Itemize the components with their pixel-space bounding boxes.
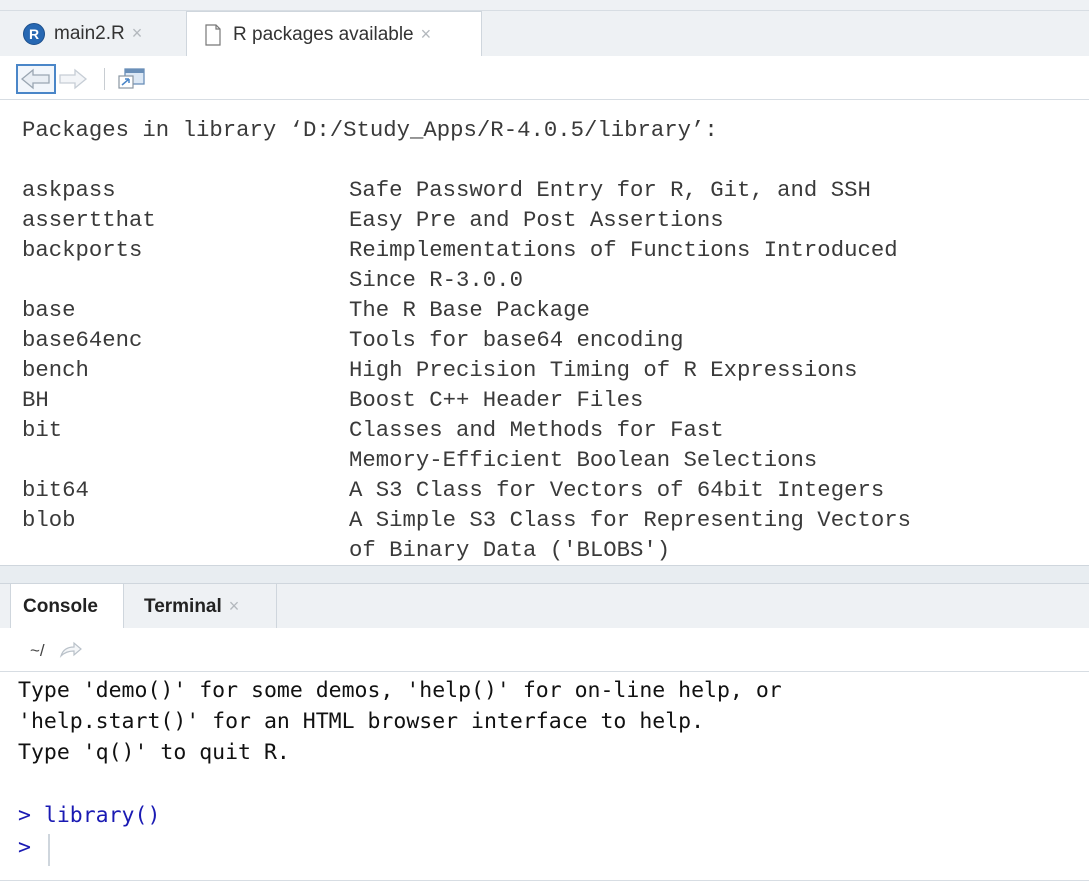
show-in-new-window-button[interactable] <box>116 65 148 93</box>
console-output-line: Type 'q()' to quit R. <box>18 740 290 765</box>
back-button[interactable] <box>16 64 56 94</box>
package-row-continuation: of Binary Data ('BLOBS') <box>0 537 1089 565</box>
console-prompt: > <box>18 835 31 860</box>
console-command-line: > library() <box>18 803 161 828</box>
working-directory: ~/ <box>30 641 45 660</box>
r-file-icon: R <box>23 22 45 45</box>
tab-main2-r[interactable]: R main2.R × <box>10 11 183 56</box>
library-heading: Packages in library ‘D:/Study_Apps/R-4.0… <box>22 117 718 143</box>
document-icon <box>205 23 221 46</box>
package-description-continued: Since R-3.0.0 <box>349 267 523 293</box>
package-row: blob A Simple S3 Class for Representing … <box>0 507 1089 537</box>
close-icon[interactable]: × <box>421 24 432 45</box>
tab-label: Console <box>23 596 98 617</box>
package-row: bit Classes and Methods for Fast <box>0 417 1089 447</box>
package-description: Easy Pre and Post Assertions <box>349 207 724 233</box>
package-row: BH Boost C++ Header Files <box>0 387 1089 417</box>
package-name: base64enc <box>22 327 143 353</box>
forward-arrow-icon <box>59 68 88 90</box>
package-description: Reimplementations of Functions Introduce… <box>349 237 898 263</box>
package-description-continued: of Binary Data ('BLOBS') <box>349 537 671 563</box>
package-row: bit64 A S3 Class for Vectors of 64bit In… <box>0 477 1089 507</box>
package-row: assertthat Easy Pre and Post Assertions <box>0 207 1089 237</box>
console-output[interactable]: Type 'demo()' for some demos, 'help()' f… <box>0 672 1089 883</box>
package-row: base64enc Tools for base64 encoding <box>0 327 1089 357</box>
package-name: blob <box>22 507 76 533</box>
package-description: Safe Password Entry for R, Git, and SSH <box>349 177 871 203</box>
package-description: A S3 Class for Vectors of 64bit Integers <box>349 477 885 503</box>
package-name: base <box>22 297 76 323</box>
tab-label: R packages available <box>233 23 414 45</box>
pane-splitter[interactable] <box>0 566 1089 583</box>
bottom-border <box>0 880 1089 881</box>
package-name: backports <box>22 237 143 263</box>
tab-terminal[interactable]: Terminal × <box>124 584 277 629</box>
packages-listing: Packages in library ‘D:/Study_Apps/R-4.0… <box>0 100 1089 566</box>
package-description: High Precision Timing of R Expressions <box>349 357 858 383</box>
package-row: askpass Safe Password Entry for R, Git, … <box>0 177 1089 207</box>
package-name: BH <box>22 387 49 413</box>
package-description: Classes and Methods for Fast <box>349 417 724 443</box>
close-icon[interactable]: × <box>229 596 240 617</box>
package-name: bit64 <box>22 477 89 503</box>
package-description: Tools for base64 encoding <box>349 327 684 353</box>
back-arrow-icon <box>20 68 50 90</box>
package-row: bench High Precision Timing of R Express… <box>0 357 1089 387</box>
package-description: A Simple S3 Class for Representing Vecto… <box>349 507 911 533</box>
close-icon[interactable]: × <box>132 23 143 44</box>
console-output-line: 'help.start()' for an HTML browser inter… <box>18 709 705 734</box>
package-name: assertthat <box>22 207 156 233</box>
package-description-continued: Memory-Efficient Boolean Selections <box>349 447 818 473</box>
editor-toolbar <box>0 56 1089 100</box>
package-row-continuation: Since R-3.0.0 <box>0 267 1089 297</box>
package-row: backports Reimplementations of Functions… <box>0 237 1089 267</box>
package-name: bit <box>22 417 63 443</box>
go-to-directory-icon[interactable] <box>58 640 84 660</box>
package-row: base The R Base Package <box>0 297 1089 327</box>
editor-tab-strip: R main2.R × R packages available × <box>0 0 1089 57</box>
tab-label: Terminal <box>144 595 222 617</box>
package-name: askpass <box>22 177 116 203</box>
package-row-continuation: Memory-Efficient Boolean Selections <box>0 447 1089 477</box>
console-input-caret[interactable] <box>48 834 50 866</box>
console-output-line: Type 'demo()' for some demos, 'help()' f… <box>18 678 782 703</box>
tab-label: main2.R <box>54 22 125 44</box>
toolbar-separator <box>104 68 105 90</box>
console-tab-strip: Console Terminal × <box>0 583 1089 630</box>
package-name: bench <box>22 357 89 383</box>
forward-button[interactable] <box>58 66 90 92</box>
package-description: The R Base Package <box>349 297 590 323</box>
package-description: Boost C++ Header Files <box>349 387 644 413</box>
tab-console[interactable]: Console <box>10 584 124 630</box>
console-path-bar: ~/ <box>0 628 1089 672</box>
tab-r-packages-available[interactable]: R packages available × <box>186 11 482 57</box>
popout-window-icon <box>118 68 145 89</box>
